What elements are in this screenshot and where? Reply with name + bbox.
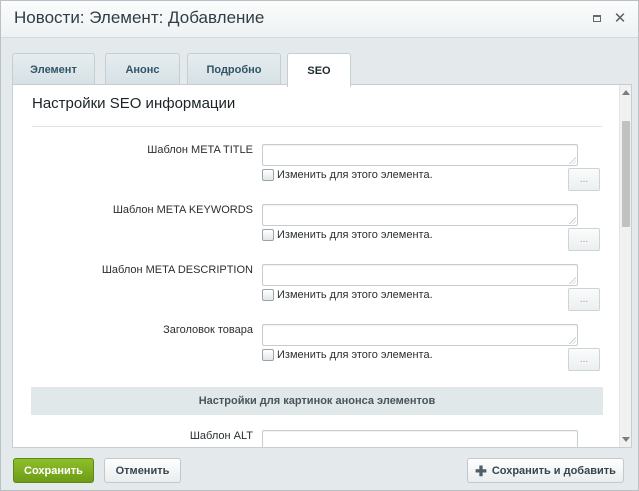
close-icon: ✕ <box>613 10 627 27</box>
maximize-icon <box>593 14 601 22</box>
maximize-button[interactable] <box>590 11 604 25</box>
scroll-thumb[interactable] <box>622 121 630 227</box>
resize-grip-icon[interactable] <box>569 337 576 344</box>
meta-title-checkbox[interactable] <box>262 169 274 181</box>
meta-keywords-checkbox[interactable] <box>262 229 274 241</box>
scroll-up-icon[interactable] <box>622 90 630 95</box>
title-bar[interactable]: Новости: Элемент: Добавление ✕ <box>1 1 638 38</box>
save-and-add-button[interactable]: ✚ Сохранить и добавить <box>467 458 624 483</box>
checkbox-label: Изменить для этого элемента. <box>277 289 433 301</box>
field-label-meta-title: Шаблон META TITLE <box>147 144 253 156</box>
resize-grip-icon[interactable] <box>569 277 576 284</box>
tab-anons[interactable]: Анонс <box>105 53 180 85</box>
save-button[interactable]: Сохранить <box>13 458 94 483</box>
meta-description-insert-button[interactable]: ... <box>568 288 600 311</box>
tab-details[interactable]: Подробно <box>187 53 281 85</box>
field-label-product-heading: Заголовок товара <box>163 324 253 336</box>
meta-title-insert-button[interactable]: ... <box>568 168 600 191</box>
field-label-meta-description: Шаблон META DESCRIPTION <box>101 264 253 276</box>
meta-description-checkbox[interactable] <box>262 289 274 301</box>
section-title: Настройки SEO информации <box>32 95 236 112</box>
meta-title-input[interactable] <box>262 144 578 166</box>
meta-keywords-insert-button[interactable]: ... <box>568 228 600 251</box>
resize-grip-icon[interactable] <box>569 157 576 164</box>
alt-template-input[interactable] <box>262 430 578 447</box>
section-divider <box>32 126 602 127</box>
product-heading-override[interactable]: Изменить для этого элемента. <box>262 348 433 362</box>
checkbox-label: Изменить для этого элемента. <box>277 229 433 241</box>
field-label-meta-keywords: Шаблон META KEYWORDS <box>112 204 253 216</box>
field-label-alt: Шаблон ALT <box>189 430 253 442</box>
meta-title-override[interactable]: Изменить для этого элемента. <box>262 168 433 182</box>
tab-element[interactable]: Элемент <box>12 53 95 85</box>
meta-description-override[interactable]: Изменить для этого элемента. <box>262 288 433 302</box>
vertical-scrollbar[interactable] <box>619 85 631 447</box>
cancel-button[interactable]: Отменить <box>104 458 181 483</box>
meta-description-input[interactable] <box>262 264 578 286</box>
close-button[interactable]: ✕ <box>613 10 627 27</box>
plus-icon: ✚ <box>475 462 487 479</box>
tab-seo[interactable]: SEO <box>287 53 351 87</box>
product-heading-checkbox[interactable] <box>262 349 274 361</box>
checkbox-label: Изменить для этого элемента. <box>277 169 433 181</box>
dialog-window: Новости: Элемент: Добавление ✕ Элемент А… <box>0 0 639 491</box>
checkbox-label: Изменить для этого элемента. <box>277 349 433 361</box>
tab-content-panel: Настройки SEO информации Шаблон META TIT… <box>12 84 632 448</box>
save-and-add-label: Сохранить и добавить <box>491 464 616 477</box>
meta-keywords-input[interactable] <box>262 204 578 226</box>
meta-keywords-override[interactable]: Изменить для этого элемента. <box>262 228 433 242</box>
resize-grip-icon[interactable] <box>569 217 576 224</box>
scroll-down-icon[interactable] <box>622 437 630 442</box>
product-heading-input[interactable] <box>262 324 578 346</box>
window-title: Новости: Элемент: Добавление <box>14 8 265 27</box>
product-heading-insert-button[interactable]: ... <box>568 348 600 371</box>
subsection-header: Настройки для картинок анонса элементов <box>31 387 603 415</box>
